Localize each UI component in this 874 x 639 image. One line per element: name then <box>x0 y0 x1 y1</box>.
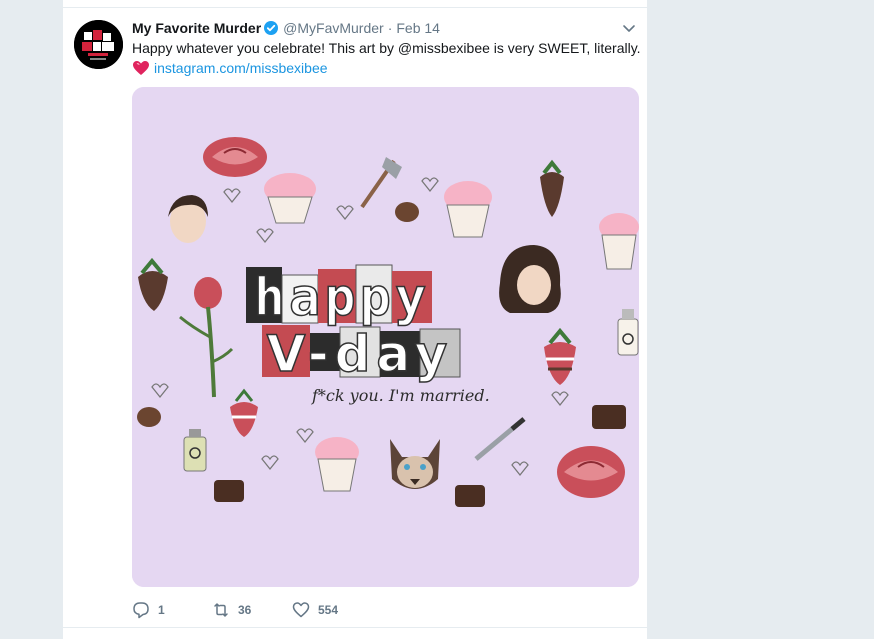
handle[interactable]: @MyFavMurder <box>283 20 384 36</box>
tagline-text: f*ck you. I'm married. <box>311 386 490 405</box>
retweet-count: 36 <box>238 603 252 617</box>
tweet-actions: 1 36 554 <box>132 600 372 620</box>
tweet-link-line: instagram.com/missbexibee <box>132 58 328 78</box>
headline-bottom-text: V-day <box>267 325 453 383</box>
instagram-link[interactable]: instagram.com/missbexibee <box>154 58 328 78</box>
timeline-column: My Favorite Murder @MyFavMurder · Feb 14… <box>62 0 649 639</box>
timestamp[interactable]: Feb 14 <box>396 20 440 36</box>
like-button[interactable]: 554 <box>292 601 372 619</box>
headline-top-text: happy <box>254 268 431 328</box>
reply-icon <box>133 602 149 619</box>
tweet-media-image[interactable]: happy V-day f*ck you. I'm married. <box>132 87 639 587</box>
heart-outline-icon <box>292 602 310 618</box>
avatar-logo <box>74 20 123 69</box>
verified-badge-icon <box>264 21 279 35</box>
heart-icon <box>133 61 149 75</box>
tweet-text: Happy whatever you celebrate! This art b… <box>132 40 641 56</box>
avatar[interactable] <box>74 20 123 69</box>
chevron-down-icon[interactable] <box>621 20 637 36</box>
display-name[interactable]: My Favorite Murder <box>132 20 261 36</box>
reply-button[interactable]: 1 <box>132 601 212 619</box>
like-count: 554 <box>318 603 339 617</box>
retweet-button[interactable]: 36 <box>212 601 292 619</box>
tweet-header: My Favorite Murder @MyFavMurder · Feb 14 <box>132 18 440 38</box>
rose-illustration-bottom <box>557 446 625 498</box>
separator: · <box>387 20 393 36</box>
divider <box>63 627 649 628</box>
divider <box>63 7 649 8</box>
rose-illustration-top <box>203 137 267 177</box>
retweet-icon <box>214 603 228 617</box>
reply-count: 1 <box>158 603 165 617</box>
